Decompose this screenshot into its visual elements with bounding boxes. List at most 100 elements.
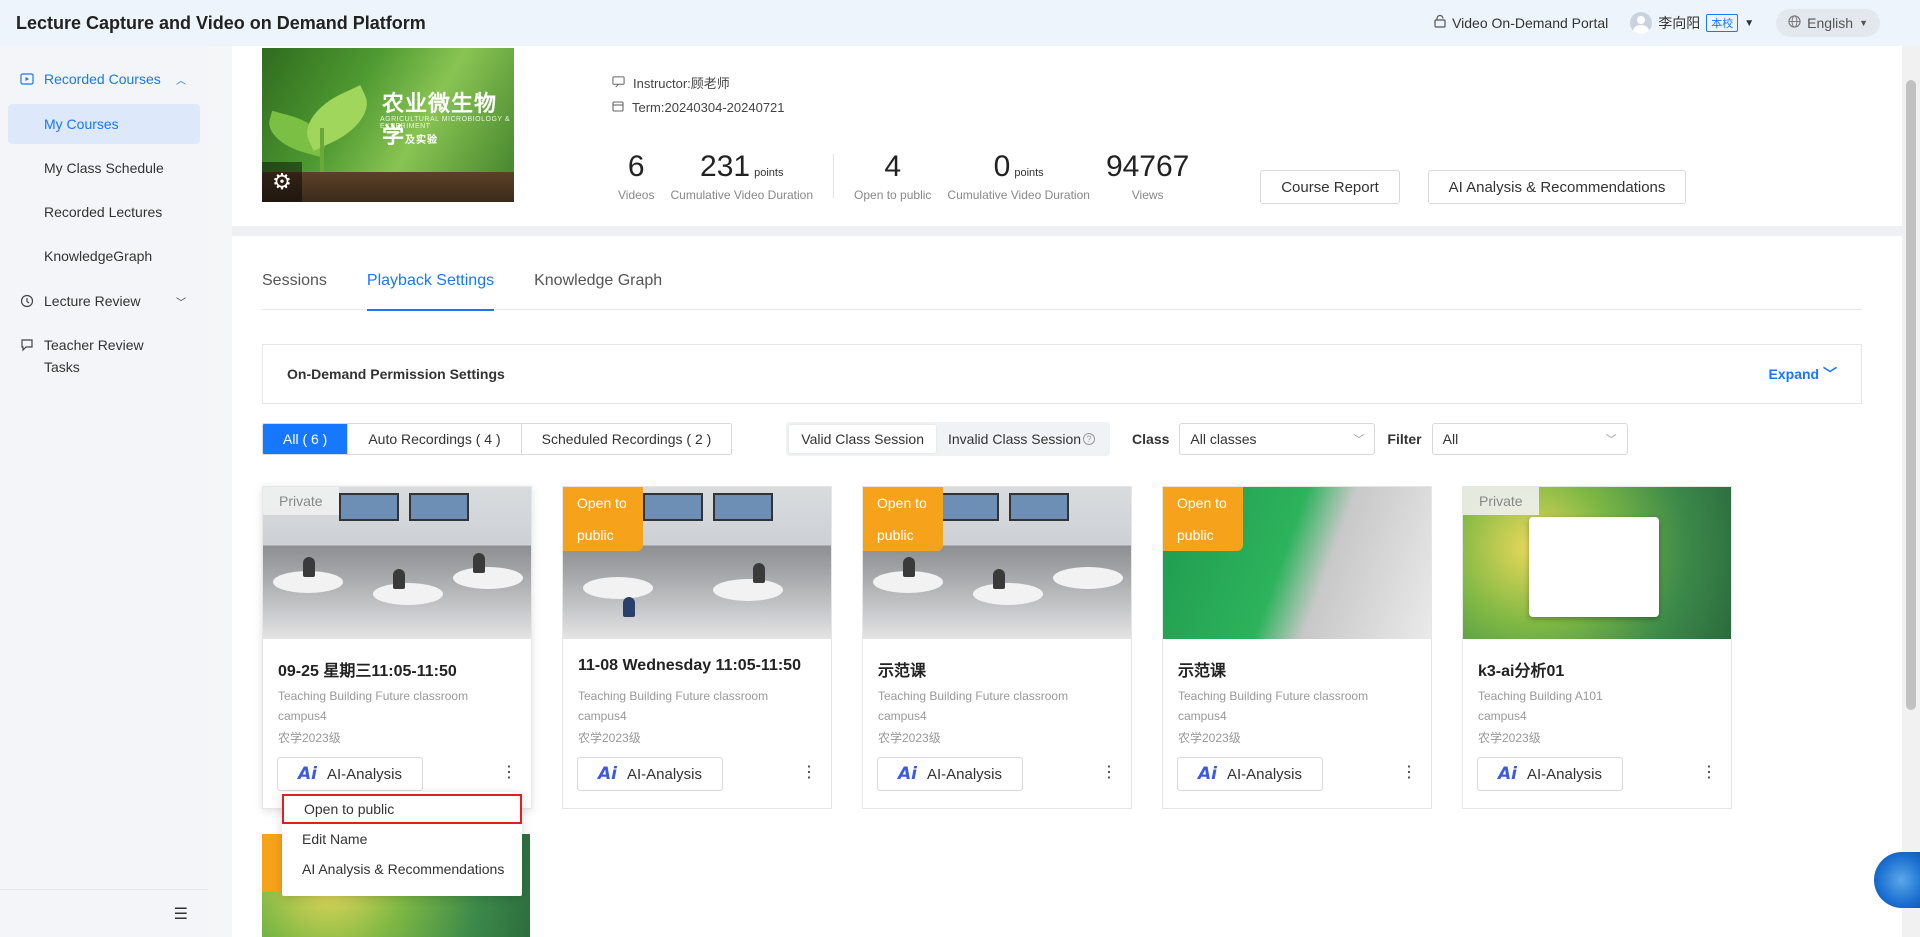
- card-title: 示范课: [1178, 663, 1227, 680]
- collapse-menu-icon[interactable]: ☰: [174, 904, 188, 924]
- card-location: Teaching Building A101: [1478, 689, 1603, 703]
- course-report-button[interactable]: Course Report: [1260, 170, 1400, 204]
- gear-icon: ⚙: [272, 169, 292, 194]
- ai-logo-icon: Ai: [1497, 764, 1517, 784]
- nav-group-label: Teacher Review Tasks: [44, 337, 144, 375]
- video-thumbnail[interactable]: Open to public: [863, 487, 1131, 639]
- nav-group-lecture-review[interactable]: Lecture Review ﹀: [0, 280, 208, 322]
- ai-analysis-button[interactable]: Ai AI-Analysis: [577, 757, 723, 791]
- course-meta: Instructor:顾老师 Term:20240304-20240721: [612, 72, 785, 120]
- review-icon: [20, 294, 34, 308]
- chat-icon: [20, 338, 34, 352]
- video-thumbnail[interactable]: Private: [1463, 487, 1731, 639]
- video-thumbnail[interactable]: Open to public: [563, 487, 831, 639]
- stat-value: 94767: [1105, 150, 1190, 183]
- stat-value: 0: [993, 150, 1011, 183]
- stat-value: 231: [700, 150, 751, 183]
- card-title: 示范课: [878, 663, 927, 680]
- segment-all[interactable]: All ( 6 ): [263, 424, 349, 454]
- instructor-icon: [612, 72, 625, 96]
- caret-down-icon: ▼: [1859, 18, 1868, 28]
- tab-sessions[interactable]: Sessions: [262, 266, 327, 310]
- stat-views: 94767 Views: [1098, 150, 1197, 202]
- user-menu[interactable]: 李向阳 本校 ▼: [1630, 12, 1754, 34]
- more-vertical-icon[interactable]: ⋮: [801, 765, 817, 781]
- thumb-desk: [583, 577, 653, 599]
- more-vertical-icon[interactable]: ⋮: [501, 765, 517, 781]
- language-selector[interactable]: English ▼: [1776, 9, 1880, 37]
- sidebar-item-my-courses[interactable]: My Courses: [8, 104, 200, 144]
- invalid-session-label: Invalid Class Session: [947, 431, 1082, 447]
- video-card[interactable]: Private k3-ai分析01 Teaching Building A101…: [1462, 486, 1732, 809]
- valid-session-button[interactable]: Valid Class Session: [789, 425, 936, 453]
- video-card[interactable]: Open to public 11-08 Wednesday 11:05-11:…: [562, 486, 832, 809]
- tab-playback-settings[interactable]: Playback Settings: [366, 266, 495, 311]
- card-title: 09-25 星期三11:05-11:50: [278, 663, 457, 680]
- more-vertical-icon[interactable]: ⋮: [1401, 765, 1417, 781]
- recording-type-segment: All ( 6 ) Auto Recordings ( 4 ) Schedule…: [262, 423, 733, 455]
- sidebar-item-knowledge-graph[interactable]: KnowledgeGraph: [8, 236, 200, 276]
- caret-down-icon: ▼: [1744, 17, 1755, 29]
- expand-button[interactable]: Expand ﹀: [1769, 364, 1837, 384]
- page-scrollbar[interactable]: [1902, 46, 1920, 937]
- invalid-session-button[interactable]: Invalid Class Session?: [936, 425, 1107, 453]
- course-header: 农业微生物学及实验 AGRICULTURAL MICROBIOLOGY & EX…: [232, 46, 1902, 226]
- thumb-desk: [973, 583, 1043, 605]
- sidebar-item-recorded-lectures[interactable]: Recorded Lectures: [8, 192, 200, 232]
- thumb-screen: [643, 493, 703, 521]
- ai-analysis-label: AI-Analysis: [1526, 765, 1602, 783]
- ai-analysis-button[interactable]: Ai AI-Analysis: [1477, 757, 1623, 791]
- card-campus: campus4: [278, 709, 327, 723]
- segment-auto[interactable]: Auto Recordings ( 4 ): [348, 424, 522, 454]
- tab-knowledge-graph[interactable]: Knowledge Graph: [534, 266, 662, 310]
- card-class: 农学2023级: [878, 731, 941, 745]
- video-card[interactable]: Private 09-25 星期三11:05-11:50 Teaching Bu…: [262, 486, 532, 809]
- segment-scheduled[interactable]: Scheduled Recordings ( 2 ): [521, 424, 732, 454]
- more-vertical-icon[interactable]: ⋮: [1701, 765, 1717, 781]
- thumb-screen: [339, 493, 399, 521]
- instructor-text: Instructor:顾老师: [633, 76, 730, 91]
- stat-public-duration: 0 points Cumulative Video Duration: [939, 150, 1098, 202]
- video-card[interactable]: Open to public 示范课 Teaching Building Fut…: [862, 486, 1132, 809]
- menu-item-open-to-public[interactable]: Open to public: [282, 794, 522, 824]
- card-campus: campus4: [878, 709, 927, 723]
- video-card[interactable]: Open to public 示范课 Teaching Building Fut…: [1162, 486, 1432, 809]
- instructor-row: Instructor:顾老师: [612, 72, 785, 96]
- class-select-value: All classes: [1190, 431, 1257, 447]
- cover-leaf: [296, 85, 378, 151]
- expand-label: Expand: [1768, 366, 1820, 382]
- more-vertical-icon[interactable]: ⋮: [1101, 765, 1117, 781]
- menu-item-ai-analysis[interactable]: AI Analysis & Recommendations: [282, 854, 522, 884]
- card-title: 11-08 Wednesday 11:05-11:50: [578, 657, 801, 674]
- class-select[interactable]: All classes ﹀: [1179, 423, 1376, 455]
- ai-recommendations-button[interactable]: AI Analysis & Recommendations: [1428, 170, 1686, 204]
- ai-analysis-button[interactable]: Ai AI-Analysis: [877, 757, 1023, 791]
- nav-group-recorded-courses[interactable]: Recorded Courses ︿: [0, 58, 208, 100]
- term-row: Term:20240304-20240721: [612, 96, 785, 120]
- nav-group-label: Recorded Courses: [44, 71, 161, 87]
- stat-duration: 231 points Cumulative Video Duration: [662, 150, 821, 202]
- filter-select[interactable]: All ﹀: [1431, 423, 1628, 455]
- nav-group-teacher-review[interactable]: Teacher Review Tasks: [0, 322, 208, 390]
- language-label: English: [1807, 15, 1854, 31]
- video-thumbnail[interactable]: Private: [263, 487, 531, 639]
- privacy-badge: Open to public: [563, 487, 643, 551]
- chevron-down-icon: ﹀: [1819, 366, 1837, 382]
- stat-divider: [833, 154, 835, 198]
- video-thumbnail[interactable]: Open to public: [1163, 487, 1431, 639]
- filter-select-value: All: [1442, 431, 1459, 447]
- menu-item-edit-name[interactable]: Edit Name: [282, 824, 522, 854]
- ai-logo-icon: Ai: [1197, 764, 1217, 784]
- stat-value: 6: [627, 150, 645, 183]
- ai-logo-icon: Ai: [897, 764, 917, 784]
- ai-analysis-button[interactable]: Ai AI-Analysis: [1177, 757, 1323, 791]
- thumb-screen: [939, 493, 999, 521]
- vod-portal-link[interactable]: Video On-Demand Portal: [1434, 14, 1608, 31]
- cover-title-suffix: 及实验: [405, 135, 439, 146]
- scrollbar-thumb[interactable]: [1906, 80, 1916, 710]
- cover-settings-button[interactable]: ⚙: [262, 162, 302, 202]
- ai-analysis-button[interactable]: Ai AI-Analysis: [277, 757, 423, 791]
- privacy-badge: Open to public: [1163, 487, 1243, 551]
- sidebar-item-class-schedule[interactable]: My Class Schedule: [8, 148, 200, 188]
- help-icon[interactable]: ?: [1083, 433, 1096, 445]
